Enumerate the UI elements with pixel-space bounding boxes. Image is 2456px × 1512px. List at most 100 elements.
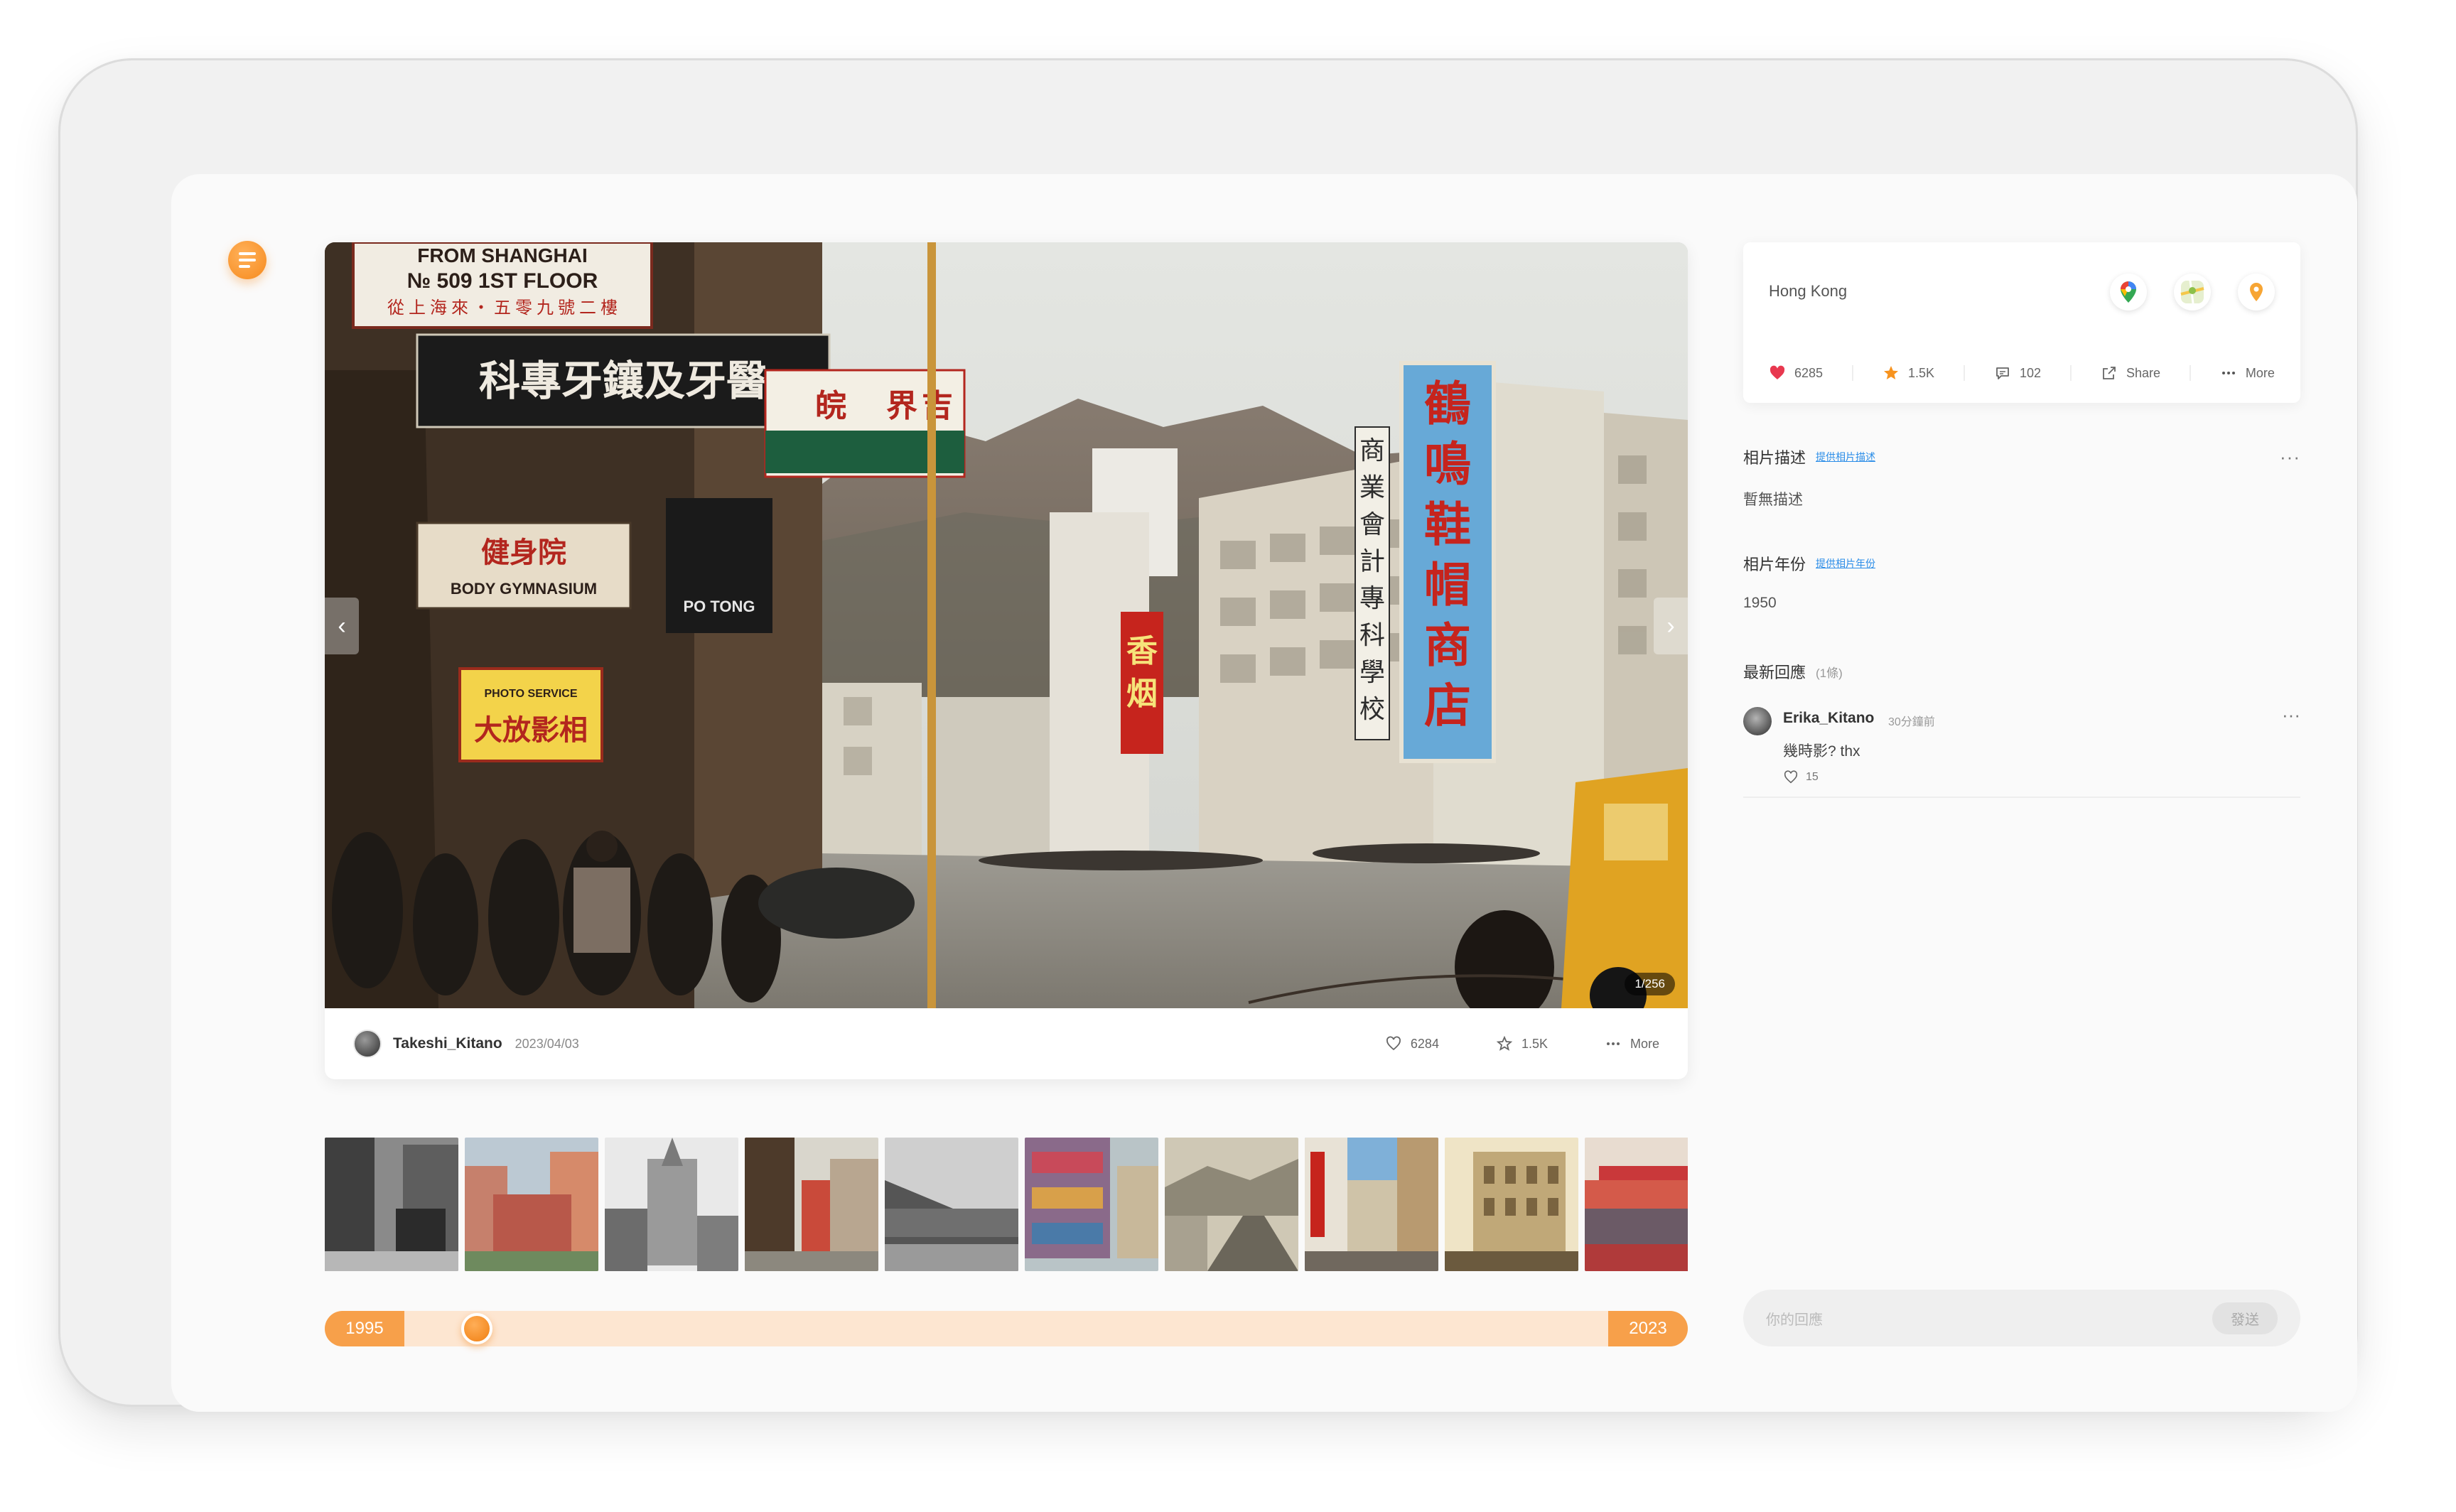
location-pin-icon[interactable]	[2238, 274, 2275, 310]
sign-text: 鳴	[1424, 439, 1471, 491]
google-maps-icon[interactable]	[2110, 274, 2147, 310]
sign-text: 大放影相	[474, 714, 588, 746]
share-icon	[2103, 367, 2116, 379]
thumbnail[interactable]	[325, 1138, 458, 1271]
menu-button[interactable]	[228, 241, 266, 279]
next-photo-button[interactable]: ›	[1654, 598, 1688, 654]
thumbnail-image	[1305, 1138, 1438, 1271]
thumbnail[interactable]	[1445, 1138, 1578, 1271]
location-info-card: Hong Kong 6285 1.5K 102 Share More	[1743, 242, 2300, 403]
more-label: More	[1630, 1036, 1659, 1051]
thumbnail-image	[1445, 1138, 1578, 1271]
sign-text: 鶴	[1424, 379, 1471, 431]
year-header: 相片年份 提供相片年份	[1743, 552, 2300, 575]
sign-text: 帽	[1424, 560, 1471, 612]
sign-text: 烟	[1126, 676, 1158, 711]
sign-text: 香	[1126, 634, 1158, 669]
heart-filled-icon	[1770, 365, 1785, 379]
thumbnail-image	[605, 1138, 738, 1271]
thumbnail-strip	[325, 1138, 1688, 1271]
map-thumbnail-icon	[2180, 280, 2204, 304]
photo-counter: 1/256	[1625, 973, 1675, 995]
reply-placeholder[interactable]: 你的回應	[1766, 1308, 1823, 1329]
sign-text: 學	[1359, 658, 1385, 686]
provide-year-link[interactable]: 提供相片年份	[1816, 556, 1875, 571]
thumbnail[interactable]	[1025, 1138, 1158, 1271]
thumbnail-image	[1025, 1138, 1158, 1271]
send-button[interactable]: 發送	[2212, 1302, 2278, 1334]
thumbnail-image	[885, 1138, 1018, 1271]
app-screen: FROM SHANGHAI № 509 1ST FLOOR 從 上 海 來 ‧ …	[171, 174, 2357, 1412]
previous-photo-button[interactable]: ‹	[325, 598, 359, 654]
thumbnail-image	[465, 1138, 598, 1271]
location-name: Hong Kong	[1769, 282, 1848, 300]
map-app-icon[interactable]	[2174, 274, 2211, 310]
sign-text: 健身院	[481, 536, 566, 568]
menu-line	[239, 252, 256, 255]
replies-section: 最新回應 (1條) Erika_Kitano 30分鐘前 ··· 幾時影? th…	[1743, 660, 2300, 798]
share-button[interactable]: Share	[2101, 364, 2160, 382]
thumbnail[interactable]	[1585, 1138, 1688, 1271]
thumbnail-image	[745, 1138, 878, 1271]
more-button[interactable]: More	[1605, 1035, 1659, 1052]
year-timeline-slider[interactable]: 1995 2023	[325, 1311, 1688, 1346]
sign-text: PHOTO SERVICE	[485, 688, 578, 700]
author-name[interactable]: Takeshi_Kitano	[393, 1035, 502, 1052]
timeline-handle[interactable]	[460, 1313, 492, 1344]
comment-like-count: 15	[1806, 771, 1819, 783]
star-button[interactable]: 1.5K	[1496, 1035, 1548, 1052]
reply-input[interactable]: 你的回應 發送	[1743, 1290, 2300, 1346]
sign-text: 商	[1359, 436, 1385, 465]
thumbnail[interactable]	[1165, 1138, 1298, 1271]
google-maps-pin	[2121, 281, 2136, 303]
star-stat[interactable]: 1.5K	[1883, 364, 1934, 382]
description-body: 暫無描述	[1743, 492, 1803, 508]
more-stat-label: More	[2245, 365, 2275, 380]
thumbnail-image	[325, 1138, 458, 1271]
commenter-name[interactable]: Erika_Kitano	[1783, 710, 1874, 727]
thumbnail-image	[1585, 1138, 1688, 1271]
comment-stat[interactable]: 102	[1994, 364, 2041, 382]
star-count: 1.5K	[1521, 1036, 1548, 1051]
replies-count: (1條)	[1816, 666, 1843, 680]
timeline-end-year: 2023	[1608, 1311, 1688, 1346]
star-filled-icon	[1883, 366, 1898, 379]
sign-text: 從 上 海 來 ‧ 五 零 九 號 二 樓	[387, 298, 618, 318]
thumbnail[interactable]	[745, 1138, 878, 1271]
year-section: 相片年份 提供相片年份 1950	[1743, 552, 2300, 612]
main-photo[interactable]: FROM SHANGHAI № 509 1ST FLOOR 從 上 海 來 ‧ …	[325, 242, 1688, 1008]
description-more-button[interactable]: ···	[2280, 448, 2300, 466]
comment-like-button[interactable]: 15	[1783, 770, 1819, 785]
chevron-left-icon: ‹	[338, 612, 346, 639]
sign-text: 業	[1359, 473, 1385, 502]
sign-text: 界	[886, 389, 917, 423]
street-scene-image: FROM SHANGHAI № 509 1ST FLOOR 從 上 海 來 ‧ …	[325, 242, 1688, 1008]
sign-text: № 509 1ST FLOOR	[407, 269, 598, 293]
thumbnail-image	[1165, 1138, 1298, 1271]
sign-text: 鞋	[1424, 500, 1471, 551]
sign-text: 會	[1359, 510, 1385, 539]
like-stat-count: 6285	[1794, 365, 1824, 380]
year-title: 相片年份	[1743, 556, 1806, 573]
thumbnail[interactable]	[465, 1138, 598, 1271]
provide-description-link[interactable]: 提供相片描述	[1816, 450, 1875, 464]
photo-card: FROM SHANGHAI № 509 1ST FLOOR 從 上 海 來 ‧ …	[325, 242, 1688, 1079]
star-stat-count: 1.5K	[1907, 365, 1935, 380]
more-stat-button[interactable]: More	[2220, 364, 2275, 382]
like-button[interactable]: 6284	[1385, 1035, 1439, 1052]
photo-actions: 6284 1.5K More	[1385, 1035, 1659, 1052]
thumbnail[interactable]	[1305, 1138, 1438, 1271]
menu-line	[239, 265, 250, 268]
sign-text: 皖	[815, 389, 846, 423]
comment-more-button[interactable]: ···	[2282, 704, 2300, 726]
sign-text: 科	[1359, 621, 1385, 649]
thumbnail[interactable]	[885, 1138, 1018, 1271]
author-avatar[interactable]	[353, 1030, 382, 1058]
ellipsis-icon	[1606, 1042, 1620, 1045]
comment-time: 30分鐘前	[1888, 716, 1935, 728]
description-section: 相片描述 提供相片描述 ··· 暫無描述	[1743, 446, 2300, 509]
thumbnail[interactable]	[605, 1138, 738, 1271]
like-stat[interactable]: 6285	[1769, 364, 1823, 382]
commenter-avatar[interactable]	[1743, 707, 1772, 735]
sign-text: 科專牙鑲及牙醫	[479, 358, 768, 404]
